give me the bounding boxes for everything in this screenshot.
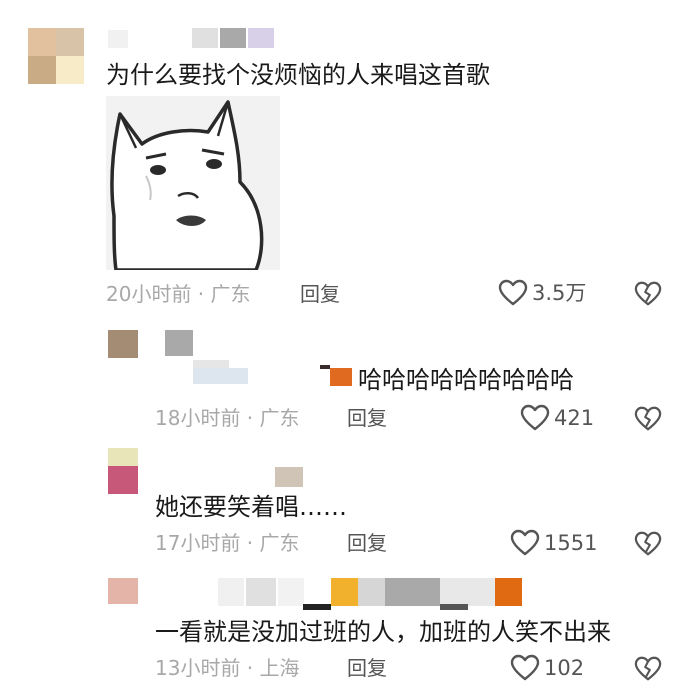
like-count: 102 bbox=[544, 656, 585, 680]
reply-button[interactable]: 回复 bbox=[347, 405, 387, 431]
username-redacted[interactable] bbox=[246, 578, 276, 606]
comment-meta: 17小时前 · 广东 bbox=[155, 531, 300, 555]
like-count: 3.5万 bbox=[532, 281, 587, 305]
broken-heart-icon bbox=[634, 406, 662, 431]
broken-heart-icon bbox=[634, 656, 662, 681]
username-redacted[interactable] bbox=[108, 30, 128, 48]
badge-redacted bbox=[440, 578, 495, 606]
username-redacted[interactable] bbox=[218, 578, 244, 606]
like-button[interactable]: 1551 bbox=[510, 529, 597, 557]
like-button[interactable]: 421 bbox=[520, 404, 594, 432]
badge-redacted bbox=[303, 604, 331, 610]
username-redacted[interactable] bbox=[275, 467, 303, 487]
badge-redacted bbox=[192, 28, 218, 48]
reply-button[interactable]: 回复 bbox=[347, 530, 387, 556]
avatar[interactable] bbox=[108, 448, 138, 494]
reply-button[interactable]: 回复 bbox=[300, 281, 340, 307]
cat-face-sticker[interactable] bbox=[106, 96, 280, 270]
username-redacted[interactable] bbox=[193, 360, 229, 368]
badge-redacted bbox=[495, 578, 522, 606]
badge-redacted bbox=[440, 604, 468, 610]
like-button[interactable]: 3.5万 bbox=[498, 279, 586, 307]
like-count: 1551 bbox=[544, 531, 598, 555]
comment-meta: 13小时前 · 上海 bbox=[155, 656, 300, 680]
dislike-button[interactable] bbox=[634, 405, 662, 437]
dislike-button[interactable] bbox=[634, 280, 662, 312]
broken-heart-icon bbox=[634, 531, 662, 556]
badge-redacted bbox=[385, 578, 440, 606]
avatar[interactable] bbox=[108, 330, 138, 358]
heart-outline-icon bbox=[510, 529, 540, 556]
username-redacted[interactable] bbox=[278, 578, 304, 606]
like-button[interactable]: 102 bbox=[510, 654, 584, 682]
avatar[interactable] bbox=[28, 28, 84, 84]
badge-redacted bbox=[358, 578, 385, 606]
username-redacted[interactable] bbox=[193, 368, 248, 384]
comment-meta: 18小时前 · 广东 bbox=[155, 406, 300, 430]
badge-redacted bbox=[320, 365, 330, 369]
comment-meta: 20小时前 · 广东 bbox=[106, 282, 251, 306]
reply-button[interactable]: 回复 bbox=[347, 655, 387, 681]
heart-outline-icon bbox=[520, 404, 550, 431]
like-count: 421 bbox=[554, 406, 595, 430]
dislike-button[interactable] bbox=[634, 530, 662, 562]
emoji-redacted bbox=[330, 368, 352, 386]
comment-text: 为什么要找个没烦恼的人来唱这首歌 bbox=[106, 61, 490, 89]
comment-text: 一看就是没加过班的人，加班的人笑不出来 bbox=[155, 618, 611, 646]
comment-text: 她还要笑着唱…… bbox=[155, 493, 347, 521]
badge-redacted bbox=[248, 28, 274, 48]
username-redacted[interactable] bbox=[165, 330, 193, 356]
avatar[interactable] bbox=[108, 578, 138, 604]
dislike-button[interactable] bbox=[634, 655, 662, 687]
comment-text: 哈哈哈哈哈哈哈哈哈 bbox=[358, 366, 574, 394]
broken-heart-icon bbox=[634, 281, 662, 306]
heart-outline-icon bbox=[498, 279, 528, 306]
badge-redacted bbox=[220, 28, 246, 48]
badge-redacted bbox=[331, 578, 358, 606]
heart-outline-icon bbox=[510, 654, 540, 681]
